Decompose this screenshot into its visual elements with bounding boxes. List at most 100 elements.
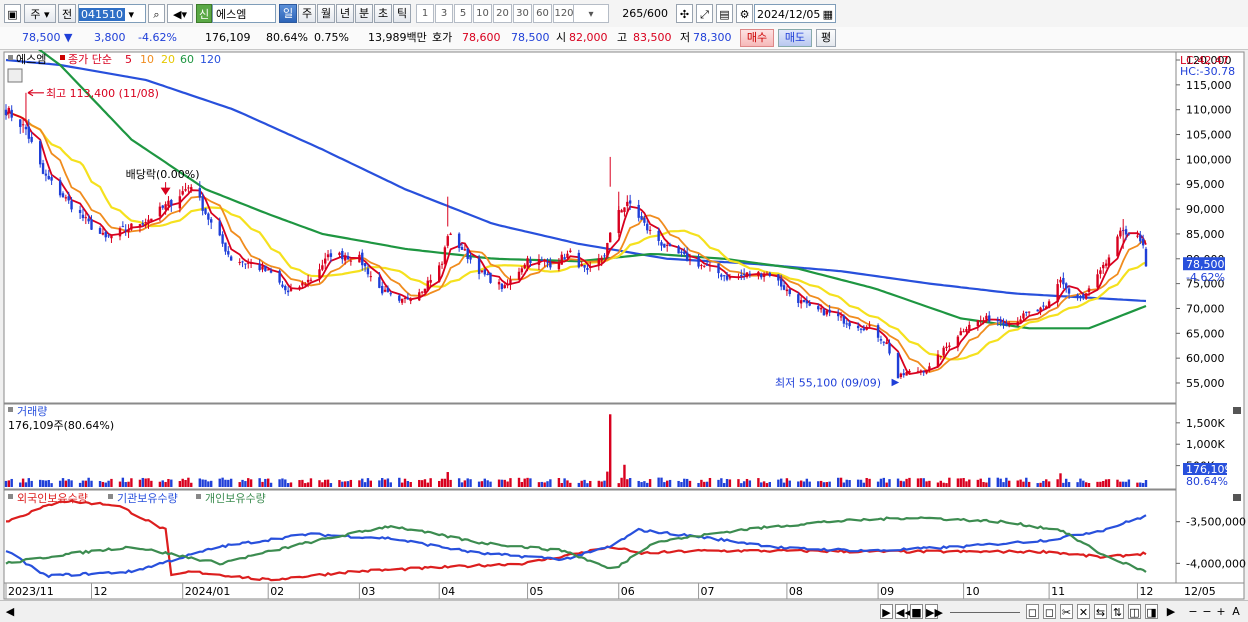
period-tab-3[interactable]: 년 [336,4,354,23]
last-price-marker: 78,500 -4.62% [1183,257,1225,284]
period-tab-0[interactable]: 일 [279,4,297,23]
volume-bar [876,481,880,487]
interval-button-20[interactable]: 20 [493,4,512,23]
save-icon[interactable]: ▤ [716,4,733,23]
crosshair-icon[interactable]: ✣ [676,4,693,23]
minus-icon[interactable]: − [1200,604,1214,619]
interval-button-30[interactable]: 30 [513,4,532,23]
volume-bar [261,481,264,487]
volume-bar [184,479,187,487]
tool-d-icon[interactable]: ⇅ [1111,604,1124,619]
scroll-right-icon[interactable]: ▶ [1164,604,1178,619]
interval-button-10[interactable]: 10 [473,4,492,23]
date-field[interactable]: 2024/12/05 ▦ [754,4,836,23]
volume-bar [899,480,903,487]
fast-forward-icon[interactable]: ▶▶ [925,604,943,619]
zoom-slider[interactable] [950,604,1020,613]
tool-e-icon[interactable]: ◫ [1128,604,1141,619]
volume-bar [666,480,669,487]
stock-name-field[interactable]: 에스엠 [212,4,276,23]
search-icon[interactable]: ⌕ [148,4,165,23]
interval-button-60[interactable]: 60 [533,4,552,23]
volume-close-icon[interactable] [1233,407,1241,414]
prev-button[interactable]: 전 [58,4,76,23]
speaker-icon[interactable]: ◀▾ [167,4,193,23]
count-display[interactable]: 265/600 [612,4,668,23]
gear-icon[interactable]: ⚙ [736,4,753,23]
scroll-left-icon[interactable]: ◀ [4,604,16,619]
volume-bar [885,482,888,487]
volume-bar [107,480,110,487]
zoom-out-icon[interactable]: − [1186,604,1200,619]
period-tab-1[interactable]: 주 [298,4,316,23]
scroll-next-icon[interactable]: ▶ [880,604,893,619]
volume-bar [586,483,589,487]
stock-code-input[interactable]: 041510 ▾ [78,4,146,23]
tool-f-icon[interactable]: ◨ [1145,604,1158,619]
layout-b-icon[interactable]: ◻ [1043,604,1056,619]
interval-button-1[interactable]: 1 [416,4,434,23]
volume-bar [1056,479,1059,487]
volume-bar [369,480,372,487]
stop-icon[interactable]: ■ [910,604,923,619]
date-tick-label: 08 [789,585,803,598]
high-label: 고 [617,31,628,44]
interval-button-3[interactable]: 3 [435,4,453,23]
period-type-dropdown[interactable]: 주 ▾ [24,4,56,23]
volume-bar [979,478,982,487]
layout-icon[interactable]: ▣ [4,4,21,23]
volume-bar [204,479,207,487]
volume-bar [828,481,831,487]
buy-button[interactable]: 매수 [740,29,774,47]
period-tab-4[interactable]: 분 [355,4,373,23]
volume-bar [343,481,347,487]
volume-bar [190,482,193,487]
ownership-close-icon[interactable] [1233,494,1241,501]
volume-bar [101,481,105,487]
interval-button-120[interactable]: 120 [553,4,575,23]
volume-bar [1005,477,1008,487]
volume-bar [110,478,113,487]
volume-bar [856,479,860,487]
interval-button-5[interactable]: 5 [454,4,472,23]
volume-bar [7,480,11,487]
ownership-tick-label: -4,000,000 [1186,557,1246,570]
font-size-icon[interactable]: A [1229,604,1243,619]
volume-bar [566,480,569,487]
date-tick-label: 11 [1051,585,1065,598]
tool-a-icon[interactable]: ✂ [1060,604,1073,619]
period-tab-2[interactable]: 월 [317,4,335,23]
price-tick-label: 70,000 [1186,302,1225,315]
volume-bar [161,480,164,487]
volume-bar [668,479,672,487]
volume-bar [685,478,689,487]
volume-bar [210,480,213,487]
date-tick-label: 06 [621,585,635,598]
zoom-in-icon[interactable]: + [1214,604,1228,619]
volume-bar [497,479,501,487]
eval-button[interactable]: 평 [816,29,836,47]
calculator-icon[interactable] [7,68,23,83]
volume-bar [543,482,546,487]
sell-button[interactable]: 매도 [778,29,812,47]
layout-a-icon[interactable]: ◻ [1026,604,1039,619]
volume-bar [1082,480,1085,487]
volume-bar [965,481,968,487]
turnover-rate: 0.75% [314,31,349,44]
tool-b-icon[interactable]: ✕ [1077,604,1090,619]
volume-bar [737,479,740,487]
period-tab-5[interactable]: 초 [374,4,392,23]
volume-bar [1087,483,1091,487]
period-tab-6[interactable]: 틱 [393,4,411,23]
price-tick-label: 60,000 [1186,352,1225,365]
draw-icon[interactable]: ⤢ [696,4,713,23]
volume-bar [620,477,623,487]
calendar-icon[interactable]: ▦ [823,5,833,24]
price-tick-label: 65,000 [1186,327,1225,340]
volume-bar [1116,479,1119,487]
tool-c-icon[interactable]: ⇆ [1094,604,1107,619]
interval-input[interactable]: ▾ [573,4,609,23]
volume-bar [837,477,840,487]
stock-chart[interactable]: 55,00060,00065,00070,00075,00080,00085,0… [0,50,1248,600]
rewind-icon[interactable]: ◀◀ [895,604,913,619]
